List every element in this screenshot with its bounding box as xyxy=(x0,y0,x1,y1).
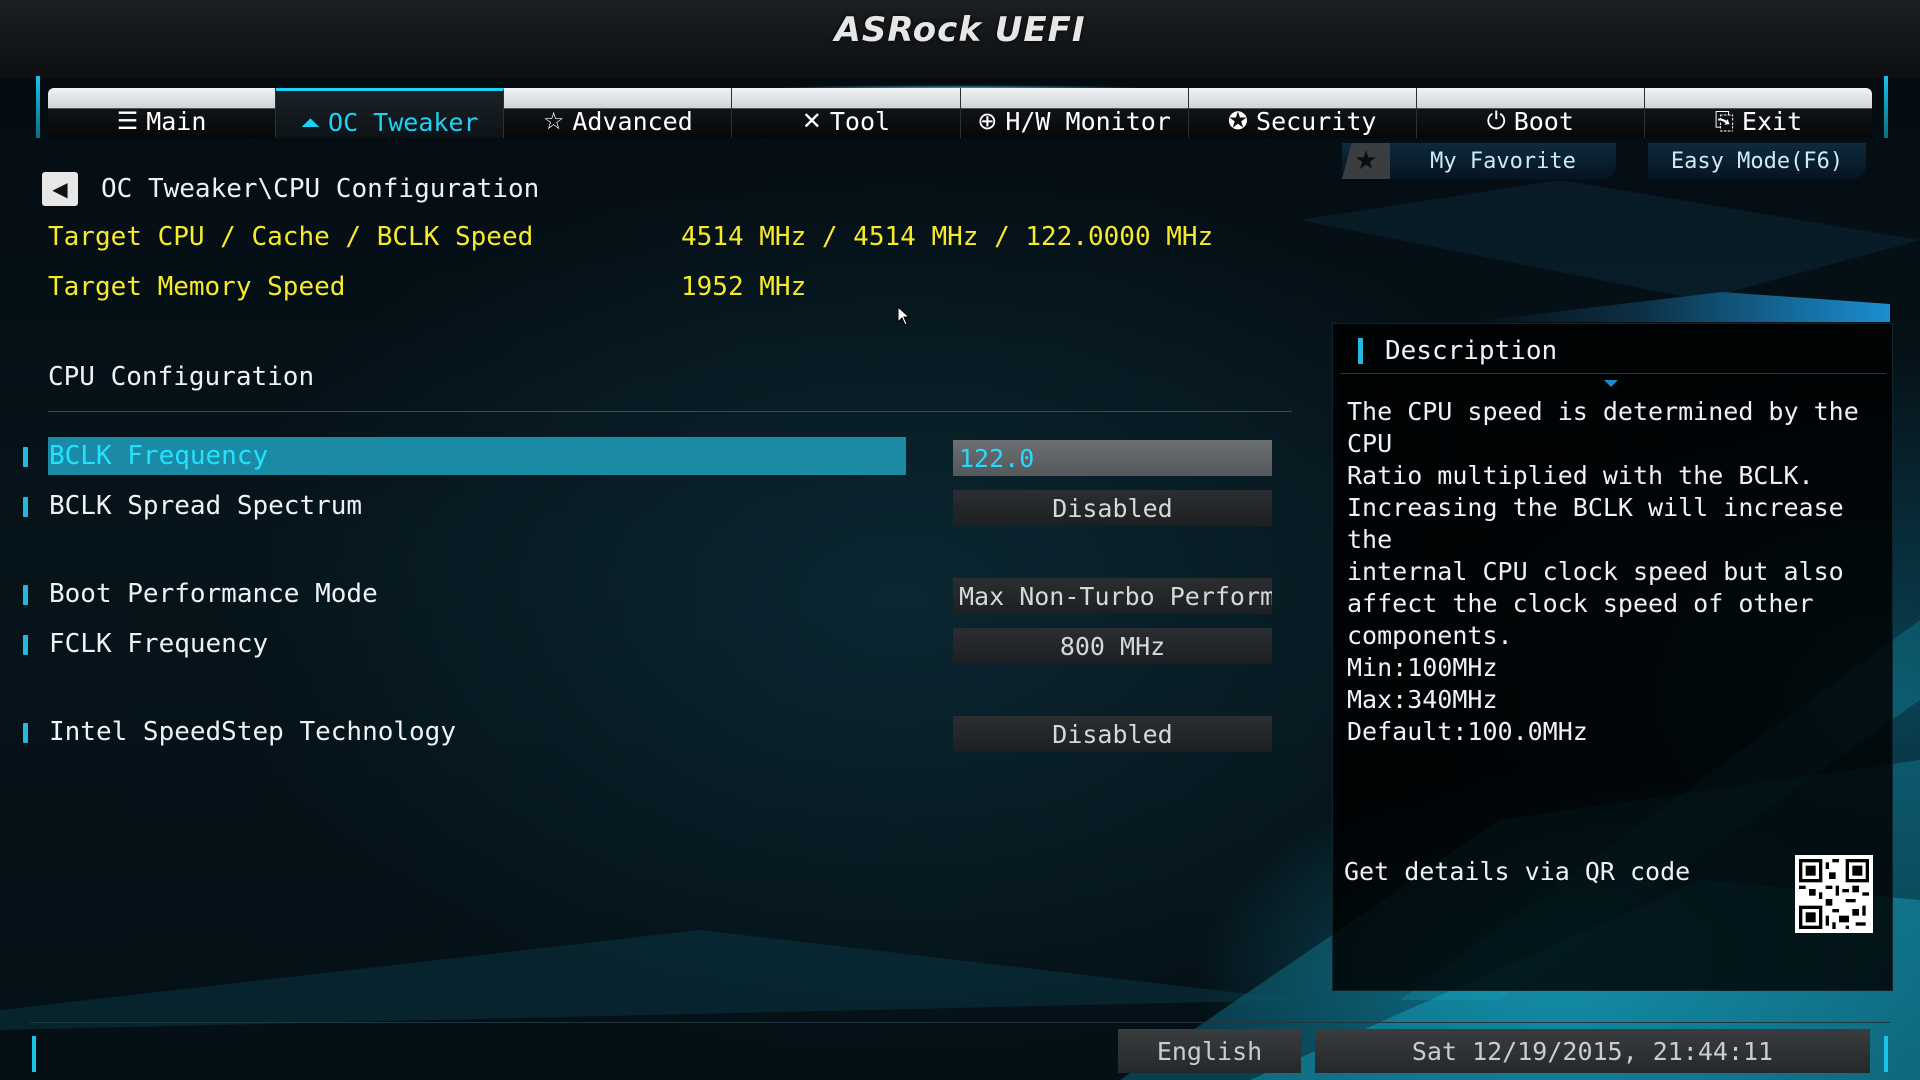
qr-code-icon xyxy=(1795,855,1873,933)
tab-main[interactable]: ☰ Main xyxy=(48,88,277,138)
row-marker xyxy=(23,585,28,605)
star-icon: ☆ xyxy=(542,107,565,135)
tab-hw-monitor[interactable]: ⊕ H/W Monitor xyxy=(960,88,1189,138)
description-marker xyxy=(1358,338,1363,364)
tab-label: Tool xyxy=(829,106,891,136)
footer-edge-right xyxy=(1884,1036,1888,1072)
qr-code-caption: Get details via QR code xyxy=(1344,857,1691,886)
tab-label: H/W Monitor xyxy=(1005,106,1171,136)
section-title: CPU Configuration xyxy=(48,362,315,392)
tab-tool[interactable]: ✕ Tool xyxy=(732,88,961,138)
description-title: Description xyxy=(1385,336,1558,366)
row-marker xyxy=(23,635,28,655)
intel-speedstep-select[interactable]: Disabled xyxy=(953,716,1272,752)
footer-divider xyxy=(30,1022,1890,1023)
fclk-frequency-label[interactable]: FCLK Frequency xyxy=(49,629,268,659)
intel-speedstep-label[interactable]: Intel SpeedStep Technology xyxy=(49,717,456,747)
tools-icon: ✕ xyxy=(801,107,822,135)
bclk-spread-spectrum-label[interactable]: BCLK Spread Spectrum xyxy=(49,491,362,521)
power-icon: ⏻ xyxy=(1486,107,1506,135)
fclk-frequency-select[interactable]: 800 MHz xyxy=(953,628,1272,664)
tab-boot[interactable]: ⏻ Boot xyxy=(1416,88,1645,138)
row-marker xyxy=(23,497,28,517)
description-accent xyxy=(1470,292,1890,322)
row-marker xyxy=(23,723,28,743)
tab-label: Boot xyxy=(1513,106,1574,136)
tab-oc-tweaker[interactable]: ⏶ OC Tweaker xyxy=(276,88,505,138)
tab-security[interactable]: ✪ Security xyxy=(1188,88,1417,138)
tab-label: Security xyxy=(1256,106,1377,136)
description-pointer xyxy=(1604,380,1618,387)
asrock-uefi-logo: ASRock UEFI xyxy=(834,10,1086,50)
target-cpu-value: 4514 MHz / 4514 MHz / 122.0000 MHz xyxy=(681,222,1214,252)
footer-edge-left xyxy=(32,1036,36,1072)
uefi-screen: ASRock UEFI ☰ Main ⏶ OC Tweaker ☆ Advanc… xyxy=(0,0,1920,1080)
row-marker xyxy=(23,447,28,467)
target-memory-label: Target Memory Speed xyxy=(48,272,346,302)
bclk-frequency-input[interactable] xyxy=(953,440,1272,476)
star-icon: ★ xyxy=(1342,143,1390,179)
tab-exit[interactable]: ⎘ Exit xyxy=(1644,88,1872,138)
tab-label: Exit xyxy=(1741,106,1803,136)
nav-edge-left xyxy=(36,76,40,138)
boot-performance-mode-select[interactable]: Max Non-Turbo Perform... xyxy=(953,578,1272,614)
mouse-cursor-icon xyxy=(897,306,911,326)
easy-mode-button[interactable]: Easy Mode(F6) xyxy=(1648,143,1866,179)
list-icon: ☰ xyxy=(116,107,139,135)
nav-edge-right xyxy=(1884,76,1888,138)
tab-label: Main xyxy=(146,106,207,136)
datetime-display: Sat 12/19/2015, 21:44:11 xyxy=(1315,1029,1870,1073)
description-body: The CPU speed is determined by the CPU R… xyxy=(1347,397,1859,746)
target-memory-value: 1952 MHz xyxy=(681,272,807,302)
bclk-frequency-label[interactable]: BCLK Frequency xyxy=(49,441,268,471)
back-arrow-icon[interactable]: ◀ xyxy=(42,172,78,206)
breadcrumb: OC Tweaker\CPU Configuration xyxy=(101,174,540,204)
bclk-spread-spectrum-select[interactable]: Disabled xyxy=(953,490,1272,526)
shield-icon: ✪ xyxy=(1227,107,1249,135)
crosshair-icon: ⊕ xyxy=(977,107,998,135)
main-nav-tabs: ☰ Main ⏶ OC Tweaker ☆ Advanced ✕ Tool ⊕ … xyxy=(48,88,1872,138)
rocket-icon: ⏶ xyxy=(300,108,321,137)
section-divider xyxy=(48,411,1292,412)
target-cpu-label: Target CPU / Cache / BCLK Speed xyxy=(48,222,534,252)
exit-door-icon: ⎘ xyxy=(1714,107,1734,135)
language-button[interactable]: English xyxy=(1118,1029,1301,1073)
my-favorite-label: My Favorite xyxy=(1430,148,1576,174)
tab-label: Advanced xyxy=(572,106,693,136)
tab-label: OC Tweaker xyxy=(328,108,479,137)
boot-performance-mode-label[interactable]: Boot Performance Mode xyxy=(49,579,378,609)
tab-advanced[interactable]: ☆ Advanced xyxy=(504,88,733,138)
my-favorite-button[interactable]: ★ My Favorite xyxy=(1342,143,1616,179)
